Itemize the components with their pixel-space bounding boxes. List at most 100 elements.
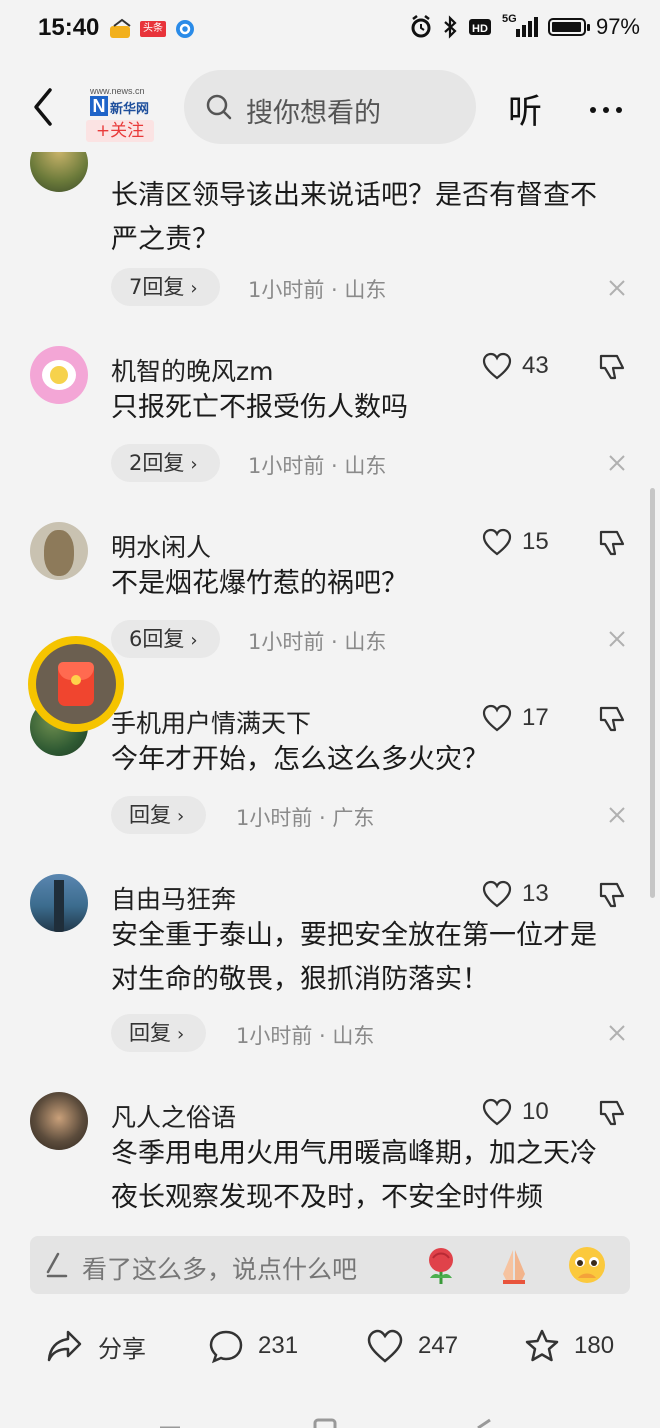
red-packet-icon[interactable] (28, 636, 124, 732)
like-icon[interactable] (482, 1098, 512, 1126)
like-icon[interactable] (482, 880, 512, 908)
more-options-icon[interactable] (590, 98, 630, 113)
battery-percent: 97% (595, 14, 640, 39)
bluetooth-icon (444, 15, 457, 39)
toutiao-icon: 头条 (140, 21, 166, 37)
favorite-button[interactable]: 180 (524, 1310, 614, 1382)
chevron-right-icon: › (177, 806, 185, 827)
app-notification-icon (110, 18, 131, 38)
reply-button[interactable]: 2回复 › (111, 444, 220, 482)
like-count: 10 (522, 1098, 549, 1125)
comment-author[interactable]: 自由马狂奔 (111, 880, 236, 916)
comment-text: 只报死亡不报受伤人数吗 (111, 392, 408, 423)
like-icon[interactable] (482, 352, 512, 380)
comment-text: 长清区领导该出来说话吧？是否有督查不严之责？ (111, 180, 597, 255)
comment-author[interactable]: 凡人之俗语 (111, 1098, 236, 1134)
toutiao-badge-label: 头条 (143, 23, 163, 34)
news-comments-page: 15:40 头条 HD 5G 97% www.news.cn N 新华网 +关注… (0, 0, 660, 1428)
avatar[interactable] (30, 522, 88, 580)
close-icon[interactable] (608, 806, 626, 824)
avatar[interactable] (30, 346, 88, 404)
like-count: 13 (522, 880, 549, 907)
heart-icon (367, 1329, 403, 1363)
chevron-right-icon: › (190, 454, 198, 475)
reply-count: 6回复 (129, 627, 185, 651)
comments-button[interactable]: 231 (208, 1310, 298, 1382)
dislike-icon[interactable] (597, 528, 627, 558)
hd-icon: HD (468, 19, 491, 35)
comment-input-placeholder: 看了这么多，说点什么吧 (82, 1255, 358, 1284)
reply-count: 回复 (129, 803, 171, 827)
reply-count: 2回复 (129, 451, 185, 475)
comment-author[interactable]: 手机用户情满天下 (111, 704, 311, 740)
dislike-icon[interactable] (597, 1098, 627, 1128)
avatar[interactable] (30, 1092, 88, 1150)
reply-button[interactable]: 回复 › (111, 1014, 207, 1052)
reply-count: 回复 (129, 1021, 171, 1045)
comment-text: 安全重于泰山，要把安全放在第一位才是对生命的敬畏，狠抓消防落实！ (111, 920, 597, 995)
comment-meta: 1小时前 · 山东 (236, 1024, 375, 1048)
scrollbar[interactable] (650, 488, 655, 898)
comment-meta: 1小时前 · 山东 (248, 278, 387, 302)
like-count: 15 (522, 528, 549, 555)
follow-button[interactable]: +关注 (86, 120, 154, 142)
avatar[interactable] (30, 874, 88, 932)
comment-author[interactable]: 机智的晚风zm (111, 352, 273, 388)
comment-meta: 1小时前 · 山东 (248, 630, 387, 654)
comment-item: 机智的晚风zm 43 只报死亡不报受伤人数吗 2回复 › 1小时前 · 山东 (0, 342, 660, 492)
close-icon[interactable] (608, 279, 626, 297)
pen-icon (46, 1252, 68, 1278)
close-icon[interactable] (608, 630, 626, 648)
battery-icon (547, 18, 590, 36)
comment-input[interactable]: 看了这么多，说点什么吧 (30, 1236, 630, 1294)
header: www.news.cn N 新华网 +关注 搜你想看的 听 (0, 62, 660, 152)
comment-text: 不是烟花爆竹惹的祸吧？ (111, 568, 408, 599)
share-label: 分享 (98, 1335, 146, 1363)
like-count: 17 (522, 704, 549, 731)
like-icon[interactable] (482, 528, 512, 556)
reply-count: 7回复 (129, 275, 185, 299)
share-button[interactable]: 分享 (46, 1310, 146, 1382)
pleading-face-emoji-icon[interactable] (566, 1244, 608, 1286)
comment-icon (209, 1330, 243, 1364)
browser-icon (176, 20, 194, 38)
listen-button[interactable]: 听 (508, 84, 542, 133)
comment-item: 长清区领导该出来说话吧？是否有督查不严之责？ 7回复 › 1小时前 · 山东 (0, 152, 660, 306)
search-placeholder: 搜你想看的 (246, 98, 381, 129)
logo-name: 新华网 (110, 102, 150, 117)
dislike-icon[interactable] (597, 880, 627, 910)
system-nav-bar[interactable] (160, 1414, 500, 1428)
comment-meta: 1小时前 · 山东 (248, 454, 387, 478)
signal-icon: 5G (502, 13, 538, 39)
close-icon[interactable] (608, 454, 626, 472)
avatar[interactable] (30, 152, 88, 192)
comment-meta: 1小时前 · 广东 (236, 806, 375, 830)
search-icon (206, 94, 232, 120)
back-icon[interactable] (26, 84, 62, 130)
search-input[interactable]: 搜你想看的 (184, 70, 476, 144)
alarm-icon (411, 15, 431, 38)
status-bar: 15:40 头条 HD 5G 97% (0, 0, 660, 60)
comment-text: 冬季用电用火用气用暖高峰期，加之天冷夜长观察发现不及时，不安全时件频 (111, 1138, 597, 1213)
chevron-right-icon: › (190, 278, 198, 299)
like-icon[interactable] (482, 704, 512, 732)
comment-author[interactable]: 明水闲人 (111, 528, 211, 564)
reply-button[interactable]: 6回复 › (111, 620, 220, 658)
logo-letter: N (90, 96, 108, 116)
reply-button[interactable]: 回复 › (111, 796, 207, 834)
action-bar: 分享 231 247 180 (0, 1310, 660, 1390)
reply-button[interactable]: 7回复 › (111, 268, 220, 306)
favorites-count: 180 (574, 1332, 615, 1359)
status-right-cluster: HD 5G 97% (410, 13, 640, 40)
dislike-icon[interactable] (597, 704, 627, 734)
dislike-icon[interactable] (597, 352, 627, 382)
svg-text:HD: HD (472, 23, 488, 35)
star-icon (525, 1329, 559, 1362)
source-logo[interactable]: www.news.cn N 新华网 +关注 (86, 82, 154, 142)
like-button[interactable]: 247 (366, 1310, 458, 1382)
praying-hands-emoji-icon[interactable] (493, 1244, 535, 1286)
close-icon[interactable] (608, 1024, 626, 1042)
like-count: 43 (522, 352, 549, 379)
rose-emoji-icon[interactable] (420, 1244, 462, 1286)
logo-site: www.news.cn (90, 86, 145, 96)
